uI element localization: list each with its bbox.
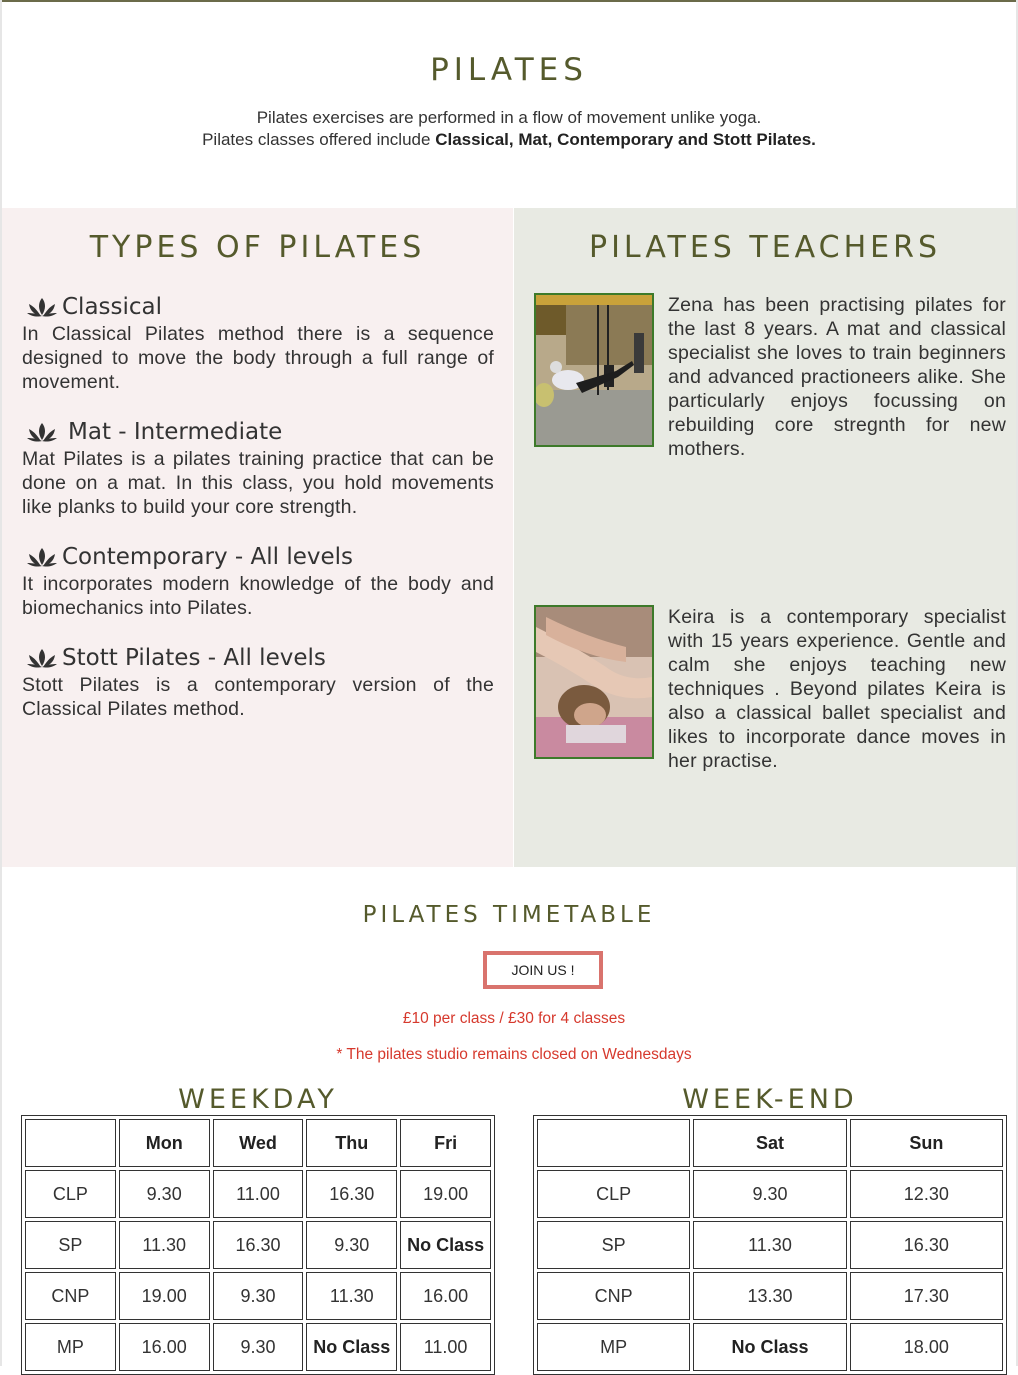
- table-cell: 16.00: [118, 1323, 210, 1371]
- table-cell: 18.00: [849, 1323, 1003, 1371]
- table-cell: 13.30: [693, 1272, 847, 1320]
- teacher-photo-keira: [534, 605, 654, 759]
- table-cell: No Class: [306, 1323, 398, 1371]
- table-header-cell: Wed: [212, 1119, 304, 1167]
- table-cell: 17.30: [849, 1272, 1003, 1320]
- table-cell: SP: [537, 1221, 691, 1269]
- table-header-cell: [25, 1119, 116, 1167]
- lotus-icon: [27, 298, 57, 317]
- table-cell: MP: [537, 1323, 691, 1371]
- teachers-title: PILATES TEACHERS: [588, 230, 942, 265]
- type-name: Stott Pilates - All levels: [62, 645, 326, 671]
- table-cell: CLP: [537, 1170, 691, 1218]
- table-cell: 9.30: [693, 1170, 847, 1218]
- table-cell: 16.30: [306, 1170, 398, 1218]
- type-description: Mat Pilates is a pilates training practi…: [22, 448, 494, 518]
- lotus-icon: [27, 649, 57, 668]
- type-item-mat: Mat - Intermediate Mat Pilates is a pila…: [22, 417, 494, 519]
- type-description: In Classical Pilates method there is a s…: [22, 323, 494, 393]
- table-cell: CLP: [25, 1170, 116, 1218]
- join-us-button[interactable]: JOIN US !: [483, 951, 603, 989]
- intro-line-2-text: Pilates classes offered include: [202, 130, 436, 149]
- closed-note: * The pilates studio remains closed on W…: [336, 1046, 692, 1063]
- weekday-table: Mon Wed Thu Fri CLP 9.30 11.00 16.30 19.…: [21, 1115, 495, 1375]
- type-item-classical: Classical In Classical Pilates method th…: [22, 292, 494, 394]
- table-row: CNP 19.00 9.30 11.30 16.00: [25, 1272, 491, 1320]
- table-row: SP 11.30 16.30: [537, 1221, 1003, 1269]
- type-item-stott: Stott Pilates - All levels Stott Pilates…: [22, 643, 494, 721]
- teacher-photo-zena: [534, 293, 654, 447]
- table-cell: MP: [25, 1323, 116, 1371]
- table-cell: 9.30: [306, 1221, 398, 1269]
- table-cell: 11.30: [693, 1221, 847, 1269]
- type-description: It incorporates modern knowledge of the …: [22, 573, 494, 619]
- table-header-cell: Mon: [118, 1119, 210, 1167]
- table-cell: CNP: [25, 1272, 116, 1320]
- timetable-title: PILATES TIMETABLE: [362, 902, 656, 928]
- lotus-icon: [27, 548, 57, 567]
- type-name: Mat - Intermediate: [68, 419, 283, 445]
- gym-photo: [536, 295, 652, 445]
- table-cell: 11.00: [400, 1323, 491, 1371]
- type-name: Classical: [62, 294, 163, 320]
- teacher-bio: Zena has been practising pilates for the…: [668, 294, 1006, 460]
- intro-line-1: Pilates exercises are performed in a flo…: [256, 108, 762, 127]
- table-header-cell: Sat: [693, 1119, 847, 1167]
- table-cell: CNP: [537, 1272, 691, 1320]
- table-cell: 12.30: [849, 1170, 1003, 1218]
- table-cell: 19.00: [118, 1272, 210, 1320]
- table-header-cell: Fri: [400, 1119, 491, 1167]
- intro-line-2: Pilates classes offered include Classica…: [0, 130, 1018, 150]
- page-title: PILATES: [430, 52, 588, 88]
- table-cell: SP: [25, 1221, 116, 1269]
- table-row: SP 11.30 16.30 9.30 No Class: [25, 1221, 491, 1269]
- teacher-bio: Keira is a contemporary specialist with …: [668, 606, 1006, 772]
- weekend-title: WEEK-END: [682, 1084, 858, 1115]
- table-cell: 11.00: [212, 1170, 304, 1218]
- table-row: MP No Class 18.00: [537, 1323, 1003, 1371]
- stretch-photo: [536, 607, 652, 757]
- lotus-icon: [27, 423, 57, 442]
- type-description: Stott Pilates is a contemporary version …: [22, 674, 494, 720]
- type-item-contemporary: Contemporary - All levels It incorporate…: [22, 542, 494, 620]
- table-row: CLP 9.30 12.30: [537, 1170, 1003, 1218]
- table-cell: 16.30: [849, 1221, 1003, 1269]
- table-cell: 11.30: [118, 1221, 210, 1269]
- table-header-row: Mon Wed Thu Fri: [25, 1119, 491, 1167]
- table-header-cell: [537, 1119, 691, 1167]
- table-cell: 16.30: [212, 1221, 304, 1269]
- table-cell: 11.30: [306, 1272, 398, 1320]
- table-cell: No Class: [400, 1221, 491, 1269]
- table-row: MP 16.00 9.30 No Class 11.00: [25, 1323, 491, 1371]
- weekend-table: Sat Sun CLP 9.30 12.30 SP 11.30 16.30 CN…: [533, 1115, 1007, 1375]
- table-row: CNP 13.30 17.30: [537, 1272, 1003, 1320]
- type-name: Contemporary - All levels: [62, 544, 353, 570]
- table-header-cell: Thu: [306, 1119, 398, 1167]
- table-cell: 19.00: [400, 1170, 491, 1218]
- table-row: CLP 9.30 11.00 16.30 19.00: [25, 1170, 491, 1218]
- intro-section: PILATES Pilates exercises are performed …: [0, 0, 1018, 208]
- table-cell: 9.30: [212, 1323, 304, 1371]
- table-cell: 9.30: [118, 1170, 210, 1218]
- table-cell: 9.30: [212, 1272, 304, 1320]
- table-cell: No Class: [693, 1323, 847, 1371]
- weekday-title: WEEKDAY: [178, 1084, 338, 1115]
- types-title: TYPES OF PILATES: [89, 230, 426, 265]
- price-note: £10 per class / £30 for 4 classes: [402, 1010, 626, 1027]
- table-header-cell: Sun: [849, 1119, 1003, 1167]
- table-header-row: Sat Sun: [537, 1119, 1003, 1167]
- intro-class-list: Classical, Mat, Contemporary and Stott P…: [435, 130, 816, 149]
- table-cell: 16.00: [400, 1272, 491, 1320]
